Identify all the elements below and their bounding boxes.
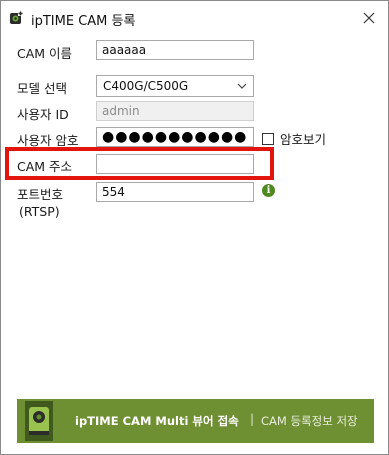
- cam-address-input[interactable]: [96, 154, 254, 174]
- cam-name-input[interactable]: [96, 40, 254, 60]
- username-label: 사용자 ID: [17, 107, 69, 122]
- footer-separator: |: [250, 412, 255, 426]
- footer-bar[interactable]: ipTIME CAM Multi 뷰어 접속 | CAM 등록정보 저장: [17, 399, 374, 443]
- username-input: [96, 101, 254, 121]
- close-button[interactable]: [356, 5, 382, 31]
- info-icon[interactable]: i: [262, 184, 275, 197]
- camera-app-icon: [10, 11, 23, 24]
- show-password-label: 암호보기: [280, 132, 327, 147]
- cam-register-window: ipTIME CAM 등록 CAM 이름 모델 선택 C400G/C500G 사…: [0, 0, 389, 455]
- save-cam-info-link[interactable]: CAM 등록정보 저장: [261, 413, 358, 429]
- password-input[interactable]: ●●●●●●●●●●●: [96, 127, 254, 147]
- cam-address-label: CAM 주소: [17, 159, 73, 174]
- close-icon: [363, 12, 375, 24]
- port-input[interactable]: [96, 182, 254, 202]
- port-label: 포트번호: [17, 187, 64, 202]
- title-bar: ipTIME CAM 등록: [1, 1, 388, 35]
- camera-viewer-icon: [25, 401, 53, 441]
- show-password-toggle[interactable]: 암호보기: [262, 129, 326, 148]
- show-password-checkbox[interactable]: [262, 132, 274, 145]
- chevron-down-icon: [237, 83, 247, 89]
- multi-viewer-link[interactable]: ipTIME CAM Multi 뷰어 접속: [75, 413, 239, 429]
- port-rtsp-label: (RTSP): [19, 204, 60, 219]
- model-select-label: 모델 선택: [17, 81, 67, 96]
- model-select[interactable]: C400G/C500G: [96, 75, 254, 97]
- model-select-value: C400G/C500G: [103, 79, 189, 93]
- cam-name-label: CAM 이름: [17, 46, 73, 61]
- window-title: ipTIME CAM 등록: [31, 14, 136, 29]
